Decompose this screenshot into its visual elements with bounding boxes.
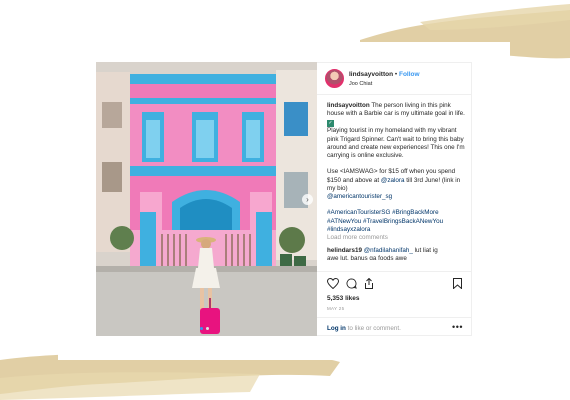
separator-dot: • [394, 71, 398, 78]
login-rest-text: to like or comment. [347, 325, 401, 332]
post-details-panel: lindsayvoitton • Follow Joo Chiat lindsa… [317, 62, 472, 336]
bookmark-icon[interactable] [453, 278, 462, 289]
post-header: lindsayvoitton • Follow Joo Chiat [317, 63, 472, 95]
pink-house-photo [96, 62, 317, 336]
carousel-dot-active [200, 327, 203, 330]
carousel-indicator [200, 327, 216, 331]
caption-area: lindsayvoitton The person living in this… [327, 102, 469, 260]
follow-button[interactable]: Follow [399, 71, 420, 78]
check-emoji-icon: ✓ [327, 120, 334, 128]
post-date[interactable]: MAY 25 [327, 306, 344, 311]
comment-icon[interactable] [346, 278, 357, 289]
post-photo[interactable] [96, 62, 317, 336]
location-link[interactable]: Joo Chiat [349, 81, 372, 87]
share-icon[interactable] [364, 278, 374, 289]
comment-username[interactable]: helindars19 [327, 247, 362, 254]
post-actions: 5,353 likes MAY 25 Log in to like or com… [317, 271, 472, 337]
carousel-dot [206, 327, 209, 330]
login-row: Log in to like or comment. ••• [317, 317, 472, 338]
username-link[interactable]: lindsayvoitton [349, 71, 393, 78]
load-more-comments-link[interactable]: Load more comments [327, 234, 469, 242]
hashtags[interactable]: #AmericanTouristerSG #BringBackMore #ATN… [327, 209, 469, 234]
carousel-next-button[interactable]: › [302, 194, 313, 205]
comment-mention[interactable]: @nfadilahanifah_ [364, 247, 413, 254]
avatar[interactable] [325, 69, 344, 88]
caption-username[interactable]: lindsayvoitton [327, 102, 370, 109]
login-prompt: Log in to like or comment. [327, 325, 401, 332]
zalora-mention[interactable]: @zalora [381, 177, 405, 184]
comment-text: lut liat ig [414, 247, 438, 255]
header-user-line: lindsayvoitton • Follow [349, 71, 420, 79]
comment-overflow-text: awe lut, banus ga foods awe [327, 255, 407, 261]
comment-item: helindars19 @nfadilahanifah_ lut liat ig [327, 247, 469, 255]
american-tourister-mention[interactable]: @americantourister_sg [327, 193, 469, 201]
login-link[interactable]: Log in [327, 325, 346, 332]
more-options-button[interactable]: ••• [452, 322, 463, 332]
heart-icon[interactable] [327, 278, 339, 289]
likes-count[interactable]: 5,353 likes [327, 295, 360, 302]
caption-line-2: Playing tourist in my homeland with my v… [327, 127, 465, 160]
